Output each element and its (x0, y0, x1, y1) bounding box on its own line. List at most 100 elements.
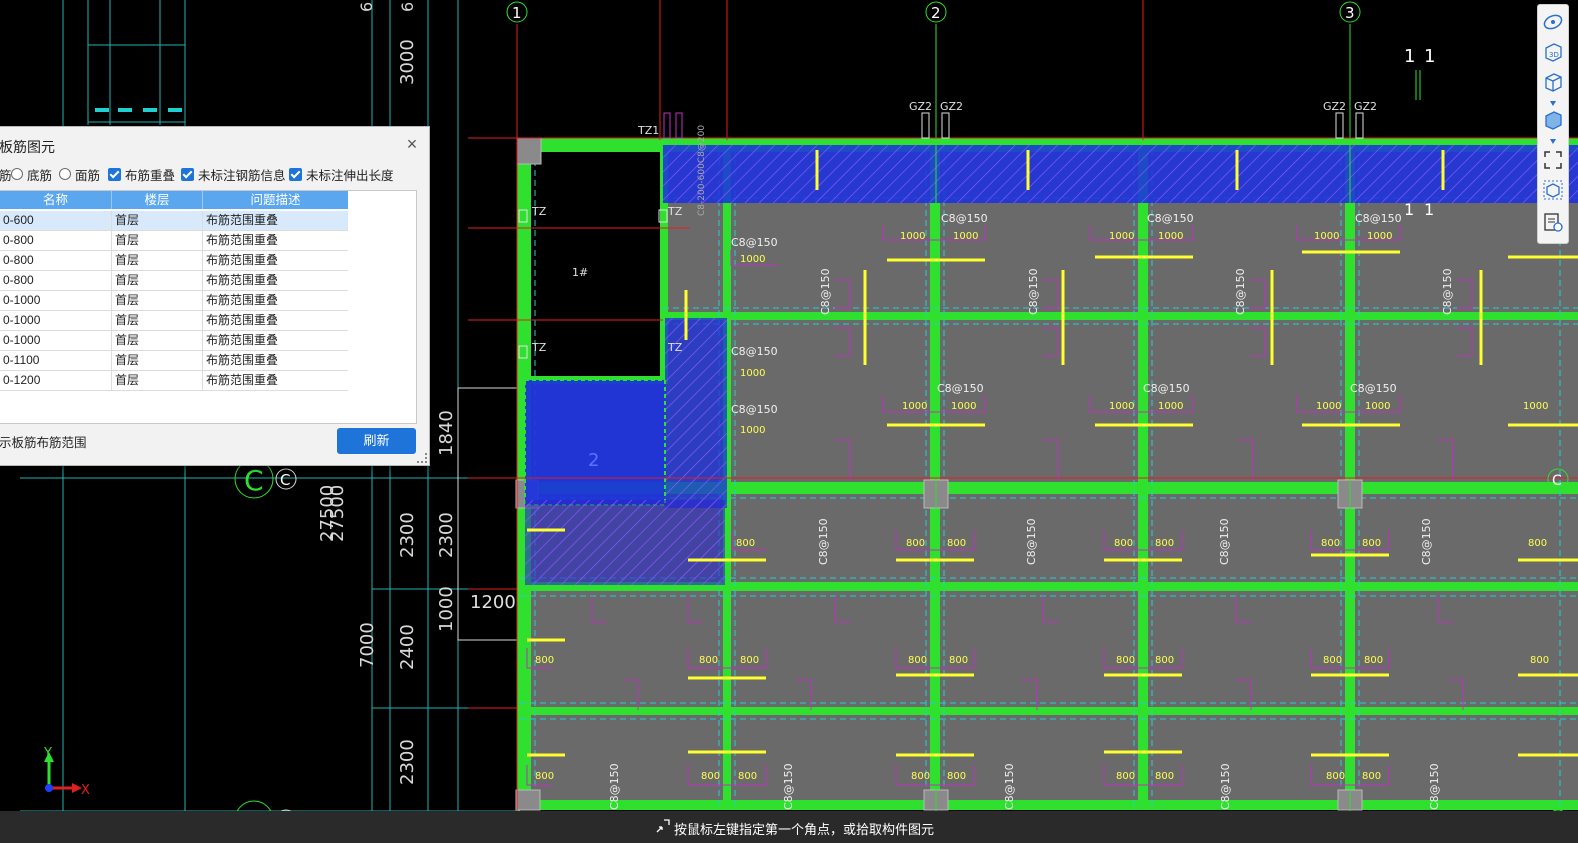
svg-text:C8@150: C8@150 (1143, 382, 1190, 395)
beam-text: C8-200-600C8@200 (697, 125, 707, 216)
radio-top-rebar[interactable]: 面筋 (59, 165, 100, 183)
dialog-title: 板筋图元 (0, 139, 55, 155)
table-row[interactable]: 0-800 首层 布筋范围重叠 (0, 271, 348, 291)
issue-table: 名称 楼层 问题描述 0-600 首层 布筋范围重叠 0-800 首层 布筋范围重叠 0-8… (0, 190, 417, 424)
table-row[interactable]: 0-800 首层 布筋范围重叠 (0, 231, 348, 251)
table-row[interactable]: 0-1000 首层 布筋范围重叠 (0, 291, 348, 311)
svg-text:1: 1 (1424, 200, 1434, 219)
col-issue[interactable]: 问题描述 (203, 191, 348, 209)
checkbox-checked-icon (108, 167, 121, 181)
cell-name: 0-1200 (0, 371, 112, 390)
checkbox-checked-icon (289, 167, 302, 181)
svg-text:GZ2: GZ2 (1354, 100, 1377, 113)
cell-floor: 首层 (112, 331, 203, 350)
box-select-icon[interactable] (1542, 179, 1564, 201)
svg-text:800: 800 (701, 771, 720, 782)
svg-text:C8@150: C8@150 (1218, 518, 1231, 565)
svg-text:C8@150: C8@150 (731, 236, 778, 249)
cell-floor: 首层 (112, 351, 203, 370)
table-row[interactable]: 0-1000 首层 布筋范围重叠 (0, 311, 348, 331)
ucs-x: X (81, 783, 90, 798)
resize-grip[interactable] (417, 453, 427, 463)
shaded-cube-icon[interactable] (1542, 109, 1564, 131)
dim-2400: 2400 (397, 624, 418, 670)
cell-floor: 首层 (112, 291, 203, 310)
check-unlabeled-length-label: 未标注伸出长度 (306, 168, 394, 183)
status-message: 按鼠标左键指定第一个角点，或拾取构件图元 (674, 822, 935, 837)
fullscreen-icon[interactable] (1542, 149, 1564, 171)
filter-options: 筋 底筋 面筋 布筋重叠 未标注钢筋信息 未标注伸出长度 (0, 165, 429, 183)
view-cube-icon[interactable] (1542, 71, 1564, 93)
show-range-label[interactable]: 示板筋布筋范围 (0, 432, 87, 451)
svg-text:C8@150: C8@150 (1234, 268, 1247, 315)
view-3d-icon[interactable]: 3D (1542, 41, 1564, 63)
svg-text:C8@150: C8@150 (941, 212, 988, 225)
svg-text:1000: 1000 (1158, 401, 1183, 412)
chevron-down-icon[interactable] (1542, 93, 1564, 106)
dim-2300-c: 2300 (397, 739, 418, 785)
check-unlabeled-info[interactable]: 未标注钢筋信息 (181, 165, 286, 183)
svg-text:GZ2: GZ2 (940, 100, 963, 113)
chevron-down-icon[interactable] (1542, 131, 1564, 144)
svg-text:800: 800 (949, 655, 968, 666)
svg-text:C8@150: C8@150 (1147, 212, 1194, 225)
svg-text:800: 800 (1362, 538, 1381, 549)
radio-bottom-rebar[interactable]: 底筋 (11, 165, 52, 183)
svg-text:1000: 1000 (902, 401, 927, 412)
cell-name: 0-800 (0, 251, 112, 270)
svg-text:800: 800 (911, 771, 930, 782)
svg-text:800: 800 (736, 538, 755, 549)
svg-text:1000: 1000 (740, 425, 765, 436)
svg-text:1000: 1000 (951, 401, 976, 412)
cell-floor: 首层 (112, 231, 203, 250)
check-overlap[interactable]: 布筋重叠 (108, 165, 175, 183)
svg-text:C8@150: C8@150 (817, 518, 830, 565)
cell-name: 0-800 (0, 231, 112, 250)
properties-icon[interactable] (1542, 211, 1564, 233)
svg-text:800: 800 (1155, 538, 1174, 549)
table-row[interactable]: 0-600 首层 布筋范围重叠 (0, 211, 348, 231)
col-floor[interactable]: 楼层 (112, 191, 203, 209)
refresh-button[interactable]: 刷新 (337, 428, 416, 454)
svg-text:GZ2: GZ2 (1323, 100, 1346, 113)
svg-text:C8@150: C8@150 (1025, 518, 1038, 565)
dim-top-6b: 6 (398, 2, 417, 12)
table-row[interactable]: 0-1200 首层 布筋范围重叠 (0, 371, 348, 391)
axis-c-right: C (1552, 473, 1562, 489)
table-row[interactable]: 0-1100 首层 布筋范围重叠 (0, 351, 348, 371)
col-name[interactable]: 名称 (0, 191, 112, 209)
svg-text:C8@150: C8@150 (608, 763, 621, 810)
svg-text:C8@150: C8@150 (731, 345, 778, 358)
svg-text:TZ: TZ (531, 205, 547, 218)
svg-text:800: 800 (906, 538, 925, 549)
svg-text:800: 800 (1528, 538, 1547, 549)
cell-name: 0-1000 (0, 291, 112, 310)
orbit-icon[interactable] (1542, 11, 1564, 33)
svg-text:800: 800 (738, 771, 757, 782)
dim-1840: 1840 (436, 410, 457, 456)
svg-text:C8@150: C8@150 (1420, 518, 1433, 565)
axis-c-label: C (244, 464, 264, 497)
option-all-rebar[interactable]: 筋 (0, 165, 12, 183)
cell-name: 0-800 (0, 271, 112, 290)
table-row[interactable]: 0-1000 首层 布筋范围重叠 (0, 331, 348, 351)
cell-issue: 布筋范围重叠 (206, 293, 279, 307)
close-icon[interactable]: × (403, 135, 421, 153)
radio-bottom-label: 底筋 (27, 168, 53, 183)
svg-text:TZ: TZ (667, 341, 683, 354)
svg-text:TZ: TZ (667, 205, 683, 218)
svg-text:1#: 1# (572, 266, 588, 279)
table-row[interactable]: 0-800 首层 布筋范围重叠 (0, 251, 348, 271)
svg-text:C8@150: C8@150 (1355, 212, 1402, 225)
svg-text:800: 800 (1362, 771, 1381, 782)
dim-3000: 3000 (397, 39, 418, 85)
svg-text:C8@150: C8@150 (819, 268, 832, 315)
cell-issue: 布筋范围重叠 (206, 353, 279, 367)
axis-1-label: 1 (512, 4, 522, 22)
table-header: 名称 楼层 问题描述 (0, 191, 348, 209)
cell-name: 0-1000 (0, 331, 112, 350)
dim-7000: 7000 (357, 622, 378, 668)
left-small-marks (95, 108, 182, 112)
check-unlabeled-length[interactable]: 未标注伸出长度 (289, 165, 394, 183)
svg-text:1: 1 (1404, 200, 1414, 219)
